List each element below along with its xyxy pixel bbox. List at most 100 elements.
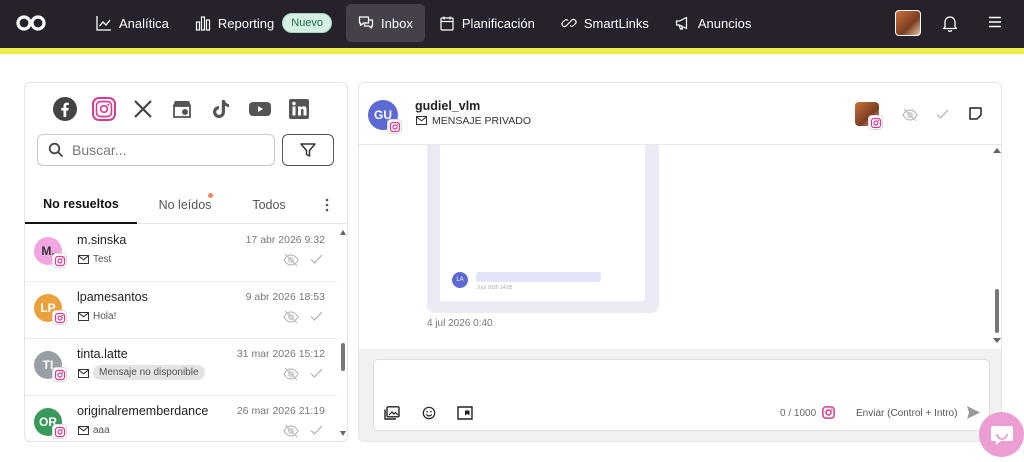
eye-slash-icon[interactable]: [283, 253, 299, 267]
preview-avatar: LA: [452, 272, 468, 288]
instagram-badge: [387, 119, 402, 134]
nav-smartlinks-label: SmartLinks: [583, 15, 649, 31]
account-avatar[interactable]: [895, 10, 921, 36]
tab-no-resueltos[interactable]: No resueltos: [25, 186, 137, 224]
conversation-tabs: No resueltos No leídos Todos: [25, 186, 347, 224]
envelope-icon: [416, 116, 427, 125]
search-icon: [48, 142, 64, 158]
preview-bubble: [476, 272, 601, 282]
nav-anuncios-label: Anuncios: [697, 15, 752, 31]
conversation-name: m.sinska: [77, 233, 127, 247]
instagram-icon: [389, 121, 400, 132]
nav-reporting[interactable]: Reporting Nuevo: [183, 4, 344, 42]
bar-chart-icon: [195, 16, 210, 31]
instagram-icon: [822, 406, 835, 419]
search-input[interactable]: [72, 142, 262, 158]
envelope-icon: [78, 312, 89, 321]
search-field: [37, 134, 275, 166]
x-filter[interactable]: [131, 97, 155, 121]
instagram-icon: [54, 426, 65, 437]
image-gallery-icon[interactable]: [384, 406, 400, 420]
instagram-icon: [54, 369, 65, 380]
linkedin-icon: [289, 99, 309, 119]
saved-replies-icon[interactable]: [457, 406, 473, 420]
conversation-item[interactable]: OR originalrememberdance 26 mar 2026 21:…: [25, 396, 337, 441]
instagram-icon: [870, 117, 881, 128]
conversation-list: M. m.sinska 17 abr 2026 9:32 Test LP lpa…: [25, 225, 347, 441]
tiktok-icon: [213, 100, 229, 118]
note-icon[interactable]: [969, 107, 982, 120]
social-network-filter: [53, 97, 326, 121]
send-icon[interactable]: [966, 405, 981, 420]
conversation-date: 26 mar 2026 21:19: [236, 405, 325, 417]
tab-todos[interactable]: Todos: [237, 186, 301, 224]
eye-slash-icon[interactable]: [902, 108, 918, 122]
megaphone-icon: [675, 16, 687, 30]
check-icon[interactable]: [310, 310, 323, 322]
tab-no-leidos[interactable]: No leídos: [145, 186, 225, 224]
message-input[interactable]: [382, 366, 978, 396]
instagram-badge: [52, 367, 67, 382]
main-nav: Analítica Reporting Nuevo Inbox Planific…: [84, 4, 765, 42]
unread-indicator-dot: [208, 193, 213, 198]
unavailable-message-pill: Mensaje no disponible: [93, 365, 205, 380]
conversation-name: lpamesantos: [77, 290, 148, 304]
bell-icon[interactable]: [942, 14, 958, 32]
conversation-name: tinta.latte: [77, 347, 128, 361]
youtube-filter[interactable]: [248, 97, 272, 121]
envelope-icon: [78, 369, 89, 378]
eye-slash-icon[interactable]: [283, 310, 299, 324]
google-business-filter[interactable]: [170, 97, 194, 121]
instagram-icon: [54, 312, 65, 323]
check-icon[interactable]: [310, 367, 323, 379]
conversation-snippet: aaa: [93, 425, 110, 436]
more-options-icon[interactable]: [317, 194, 337, 216]
metricool-logo-icon[interactable]: [16, 14, 46, 32]
instagram-badge: [52, 424, 67, 439]
filter-button[interactable]: [282, 134, 334, 166]
tab-todos-label: Todos: [252, 198, 286, 212]
linkedin-filter[interactable]: [287, 97, 311, 121]
message-preview: LA 3 jul 2026 14:05: [440, 145, 645, 301]
envelope-icon: [78, 426, 89, 435]
message-area: LA 3 jul 2026 14:05 4 jul 2026 0:40: [359, 145, 1001, 349]
vertical-dots-icon: [325, 198, 329, 212]
tiktok-filter[interactable]: [209, 97, 233, 121]
contact-username: gudiel_vlm: [415, 99, 481, 113]
message-area-scrollbar[interactable]: [991, 145, 1002, 349]
conversation-item[interactable]: TI tinta.latte 31 mar 2026 15:12 Mensaje…: [25, 339, 337, 396]
nav-anuncios[interactable]: Anuncios: [663, 4, 763, 42]
check-icon[interactable]: [936, 108, 949, 120]
conversation-list-scrollbar[interactable]: [337, 225, 348, 442]
instagram-badge: [868, 115, 883, 130]
nav-smartlinks[interactable]: SmartLinks: [549, 4, 661, 42]
check-icon[interactable]: [310, 424, 323, 436]
check-icon[interactable]: [310, 253, 323, 265]
conversation-item[interactable]: LP lpamesantos 9 abr 2026 18:53 Hola!: [25, 282, 337, 339]
message-composer: 0 / 1000 Enviar (Control + Intro): [373, 359, 990, 431]
nav-inbox[interactable]: Inbox: [346, 4, 425, 42]
instagram-filter[interactable]: [92, 97, 116, 121]
send-shortcut-label: Enviar (Control + Intro): [856, 408, 958, 419]
eye-slash-icon[interactable]: [283, 424, 299, 438]
hamburger-menu-icon[interactable]: [988, 15, 1002, 29]
conversation-item[interactable]: M. m.sinska 17 abr 2026 9:32 Test: [25, 225, 337, 282]
nav-planificacion[interactable]: Planificación: [427, 4, 547, 42]
conversation-date: 9 abr 2026 18:53: [245, 291, 325, 303]
instagram-badge: [52, 253, 67, 268]
tab-no-resueltos-label: No resueltos: [43, 197, 119, 211]
support-chat-button[interactable]: [979, 412, 1024, 457]
conversation-date: 17 abr 2026 9:32: [245, 234, 325, 246]
facebook-filter[interactable]: [53, 97, 77, 121]
eye-slash-icon[interactable]: [283, 367, 299, 381]
conversation-snippet: Test: [93, 254, 112, 265]
instagram-icon: [54, 255, 65, 266]
instagram-icon: [95, 100, 113, 118]
shared-media-message[interactable]: LA 3 jul 2026 14:05: [427, 145, 659, 313]
conversation-list-panel: No resueltos No leídos Todos M. m.sinska…: [24, 82, 348, 442]
character-counter: 0 / 1000: [780, 408, 817, 419]
preview-timestamp: 3 jul 2026 14:05: [477, 285, 513, 291]
nav-analitica[interactable]: Analítica: [84, 4, 181, 42]
chat-panel: GU gudiel_vlm MENSAJE PRIVADO LA 3 jul 2…: [358, 82, 1002, 442]
emoji-icon[interactable]: [421, 406, 437, 420]
